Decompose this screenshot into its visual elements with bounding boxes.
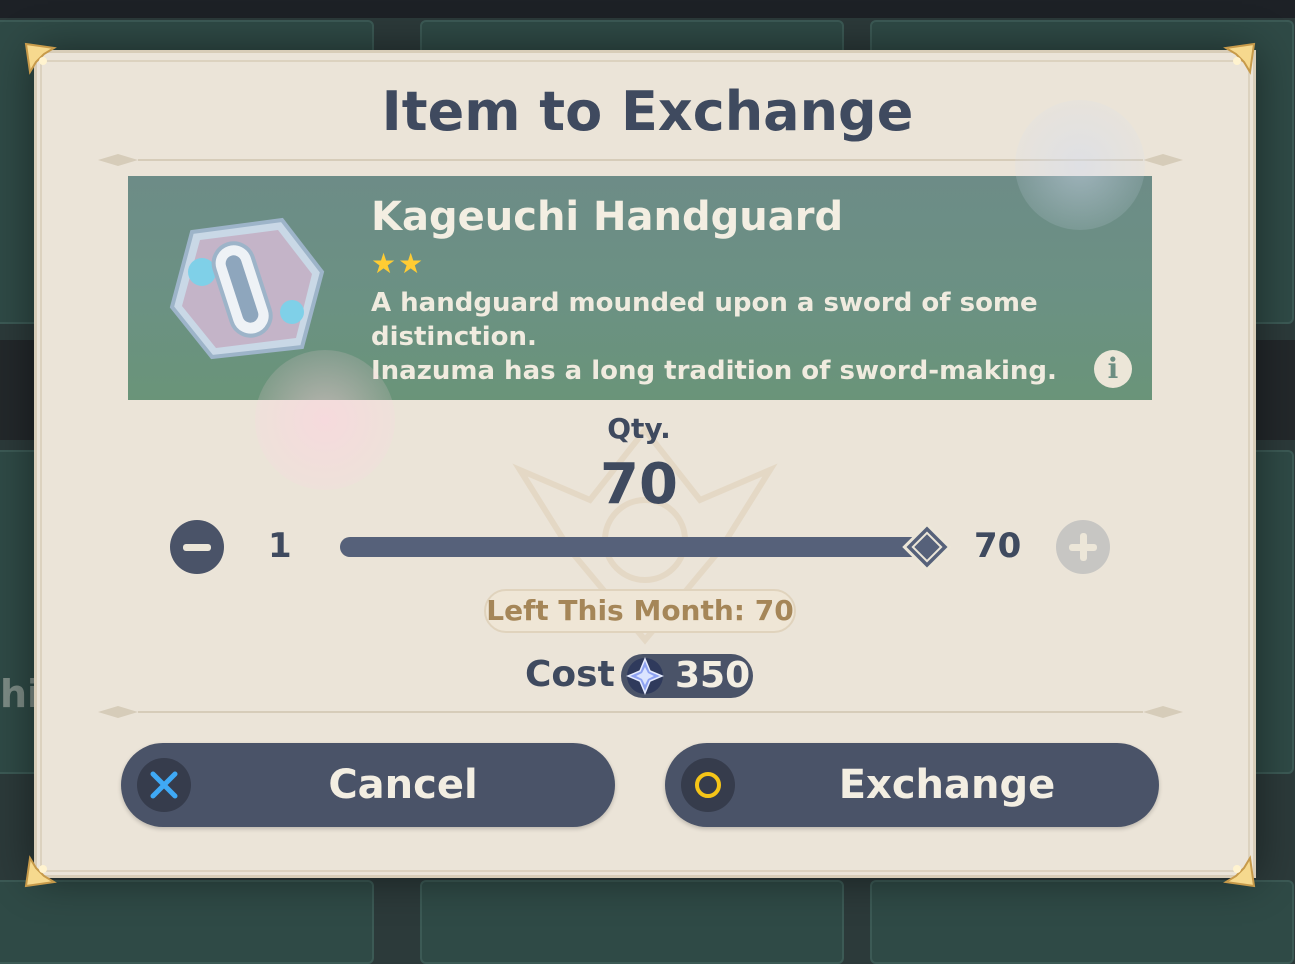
top-bar: [0, 0, 1295, 18]
item-card: Kageuchi Handguard ★ ★ A handguard mound…: [128, 176, 1152, 400]
handguard-item-icon: [162, 212, 332, 362]
cost-label: Cost: [525, 654, 615, 695]
corner-ornament-icon: [1218, 850, 1256, 888]
cancel-label: Cancel: [328, 762, 478, 808]
decrease-button[interactable]: [170, 520, 224, 574]
corner-ornament-icon: [24, 42, 62, 80]
slider-fill: [340, 537, 932, 557]
quantity-slider[interactable]: [340, 537, 932, 557]
slider-handle[interactable]: [900, 520, 954, 574]
circle-icon: [681, 758, 735, 812]
exchange-button[interactable]: Exchange: [665, 743, 1159, 827]
corner-ornament-icon: [1218, 42, 1256, 80]
increase-button[interactable]: [1056, 520, 1110, 574]
description-line: A handguard mounded upon a sword of some: [371, 288, 1038, 318]
item-name: Kageuchi Handguard: [371, 194, 844, 240]
slider-min-label: 1: [268, 526, 292, 566]
dialog-title: Item to Exchange: [381, 80, 914, 143]
cancel-button[interactable]: Cancel: [121, 743, 615, 827]
background-card: [0, 880, 374, 964]
background-card: [870, 880, 1294, 964]
bottom-divider: [88, 702, 1193, 722]
starglitter-icon: [625, 656, 665, 696]
corner-ornament-icon: [24, 850, 62, 888]
description-line: Inazuma has a long tradition of sword-ma…: [371, 356, 1057, 386]
cost-badge: 350: [621, 654, 753, 698]
cost-value: 350: [675, 655, 751, 696]
cross-icon: [137, 758, 191, 812]
description-line: distinction.: [371, 322, 537, 352]
monthly-limit-badge: Left This Month: 70: [484, 589, 796, 633]
qty-label: Qty.: [607, 412, 671, 445]
qty-value: 70: [600, 452, 678, 517]
background-card: [420, 880, 844, 964]
slider-max-label: 70: [974, 526, 1022, 566]
info-icon[interactable]: i: [1094, 350, 1132, 388]
rarity-stars: ★ ★: [371, 250, 423, 278]
top-divider: [88, 150, 1193, 170]
star-icon: ★: [398, 247, 424, 280]
star-icon: ★: [371, 247, 397, 280]
item-description: A handguard mounded upon a sword of some…: [371, 286, 1091, 388]
exchange-label: Exchange: [838, 762, 1056, 808]
